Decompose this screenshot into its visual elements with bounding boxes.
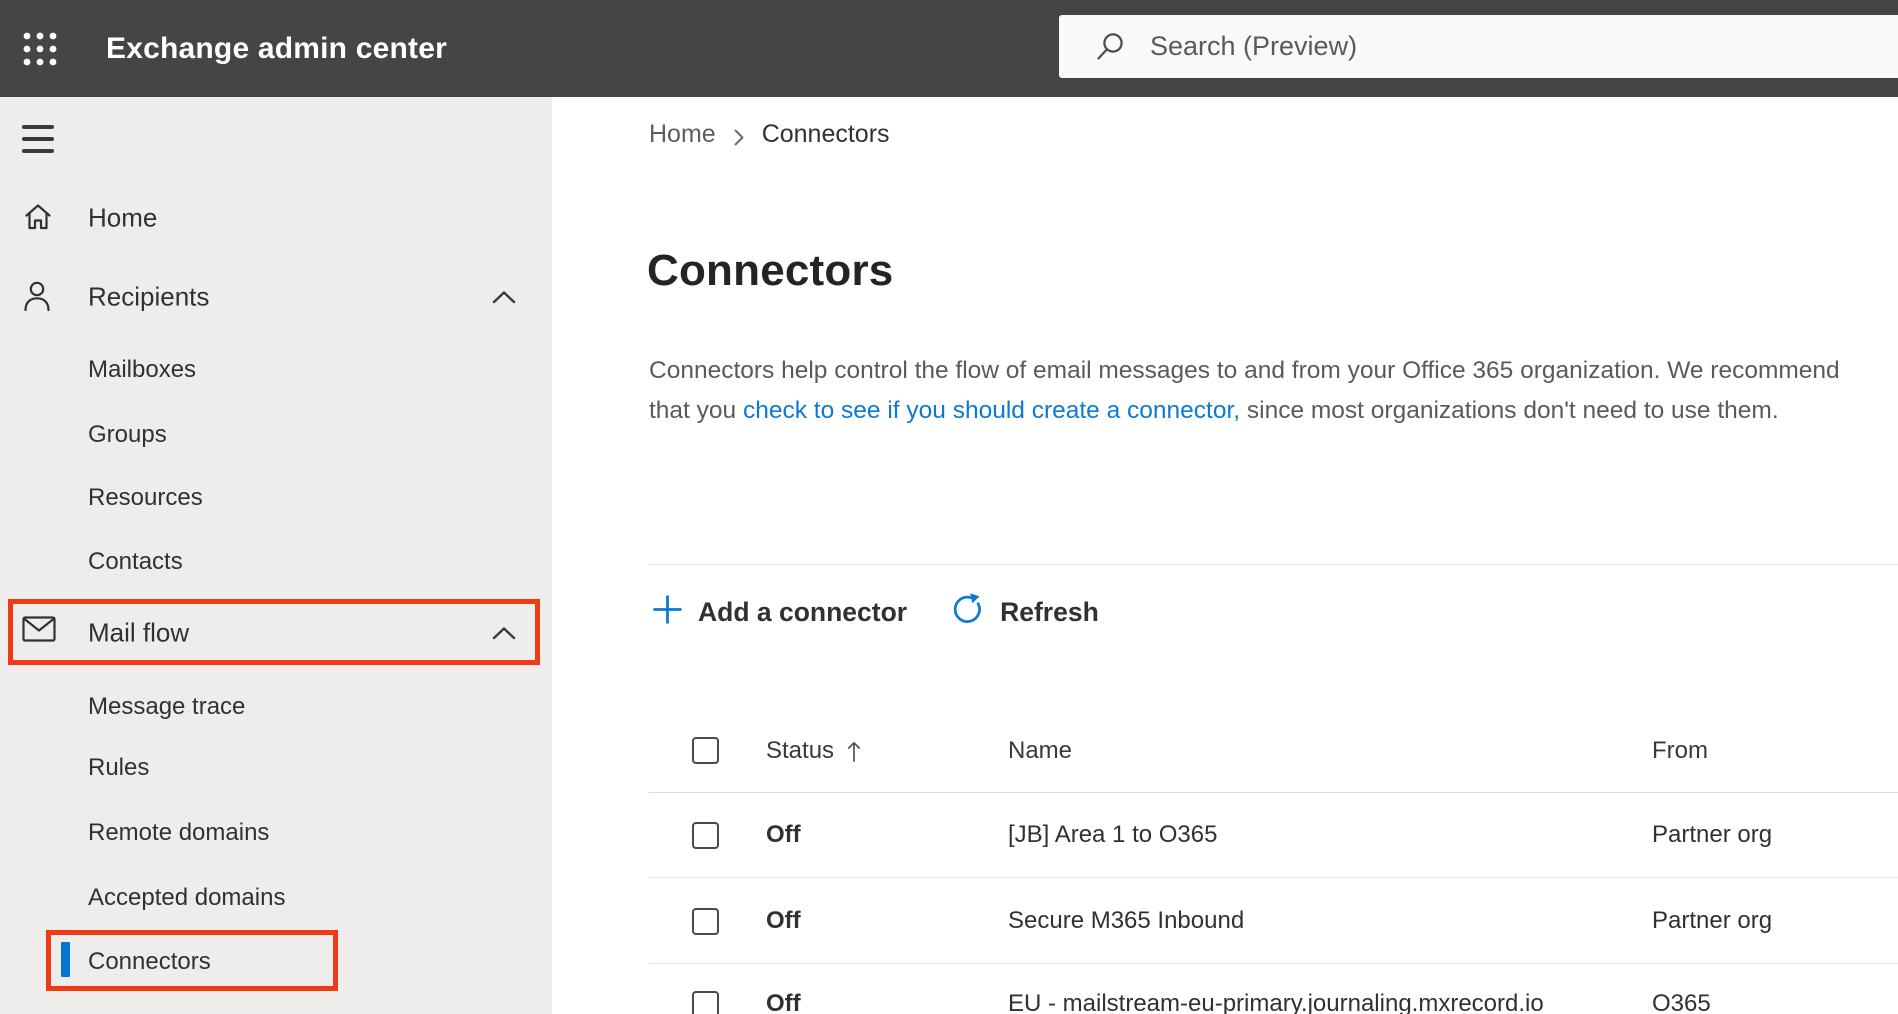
- column-header-name[interactable]: Name: [1008, 736, 1072, 766]
- cell-from: Partner org: [1652, 907, 1773, 934]
- cell-from: Partner org: [1652, 821, 1773, 848]
- breadcrumb-current: Connectors: [761, 119, 890, 148]
- plus-icon: [652, 594, 683, 630]
- sidebar-item-message-trace[interactable]: Message trace: [0, 679, 552, 735]
- sidebar: Home Recipients Mailboxes Groups Resourc…: [0, 97, 552, 1014]
- sidebar-item-mailboxes[interactable]: Mailboxes: [0, 342, 552, 398]
- row-divider: [649, 877, 1898, 878]
- home-icon: [22, 201, 54, 235]
- app-title: Exchange admin center: [106, 31, 447, 65]
- sidebar-item-rules[interactable]: Rules: [0, 740, 552, 796]
- cell-from: O365: [1652, 990, 1711, 1014]
- table-row[interactable]: Off EU - mailstream-eu-primary.journalin…: [552, 979, 1898, 1014]
- sidebar-item-home[interactable]: Home: [0, 190, 552, 246]
- search-icon: [1095, 31, 1126, 62]
- refresh-icon: [951, 592, 985, 632]
- search-box[interactable]: [1059, 15, 1898, 78]
- table-row[interactable]: Off Secure M365 Inbound Partner org: [552, 896, 1898, 980]
- cell-status: Off: [766, 990, 801, 1014]
- sidebar-item-recipients[interactable]: Recipients: [0, 269, 552, 325]
- column-header-from[interactable]: From: [1652, 736, 1708, 766]
- chevron-up-icon[interactable]: [492, 626, 516, 640]
- sidebar-item-resources[interactable]: Resources: [0, 470, 552, 526]
- page-description: Connectors help control the flow of emai…: [649, 351, 1863, 430]
- add-connector-button[interactable]: Add a connector: [652, 594, 907, 630]
- main-content: Home Connectors Connectors Connectors he…: [552, 97, 1898, 1014]
- sidebar-item-groups[interactable]: Groups: [0, 407, 552, 463]
- cell-status: Off: [766, 821, 801, 848]
- header-divider: [649, 792, 1898, 793]
- sidebar-item-accepted-domains[interactable]: Accepted domains: [0, 870, 552, 926]
- column-header-status[interactable]: Status: [766, 736, 861, 766]
- table-row[interactable]: Off [JB] Area 1 to O365 Partner org: [552, 810, 1898, 894]
- sidebar-item-remote-domains[interactable]: Remote domains: [0, 805, 552, 861]
- selected-indicator: [61, 942, 70, 977]
- topbar: Exchange admin center: [0, 0, 1898, 97]
- envelope-icon: [22, 616, 56, 650]
- sidebar-item-connectors[interactable]: Connectors: [0, 934, 552, 990]
- row-checkbox[interactable]: [692, 991, 719, 1014]
- person-icon: [22, 280, 54, 314]
- breadcrumb: Home Connectors: [649, 118, 890, 150]
- toolbar-divider: [649, 564, 1898, 565]
- breadcrumb-home-link[interactable]: Home: [649, 120, 716, 149]
- cell-name: [JB] Area 1 to O365: [1008, 821, 1218, 848]
- sidebar-item-contacts[interactable]: Contacts: [0, 534, 552, 590]
- chevron-right-icon: [733, 125, 745, 145]
- row-checkbox[interactable]: [692, 908, 719, 935]
- description-text-after: since most organizations don't need to u…: [1240, 396, 1779, 424]
- table-header-row: Status Name From: [552, 723, 1898, 779]
- row-checkbox[interactable]: [692, 822, 719, 849]
- refresh-button[interactable]: Refresh: [951, 592, 1099, 632]
- search-input[interactable]: [1150, 31, 1750, 62]
- page-title: Connectors: [647, 246, 894, 295]
- sidebar-item-mail-flow[interactable]: Mail flow: [0, 605, 552, 661]
- create-connector-check-link[interactable]: check to see if you should create a conn…: [743, 397, 1240, 424]
- menu-toggle-icon[interactable]: [22, 125, 54, 153]
- cell-status: Off: [766, 907, 801, 934]
- select-all-checkbox[interactable]: [692, 737, 719, 764]
- row-divider: [649, 963, 1898, 964]
- cell-name: EU - mailstream-eu-primary.journaling.mx…: [1008, 990, 1544, 1014]
- cell-name: Secure M365 Inbound: [1008, 907, 1245, 934]
- sort-ascending-icon: [847, 740, 861, 763]
- chevron-up-icon[interactable]: [492, 290, 516, 304]
- toolbar: Add a connector Refresh: [652, 586, 1099, 638]
- app-launcher-icon[interactable]: [21, 30, 59, 68]
